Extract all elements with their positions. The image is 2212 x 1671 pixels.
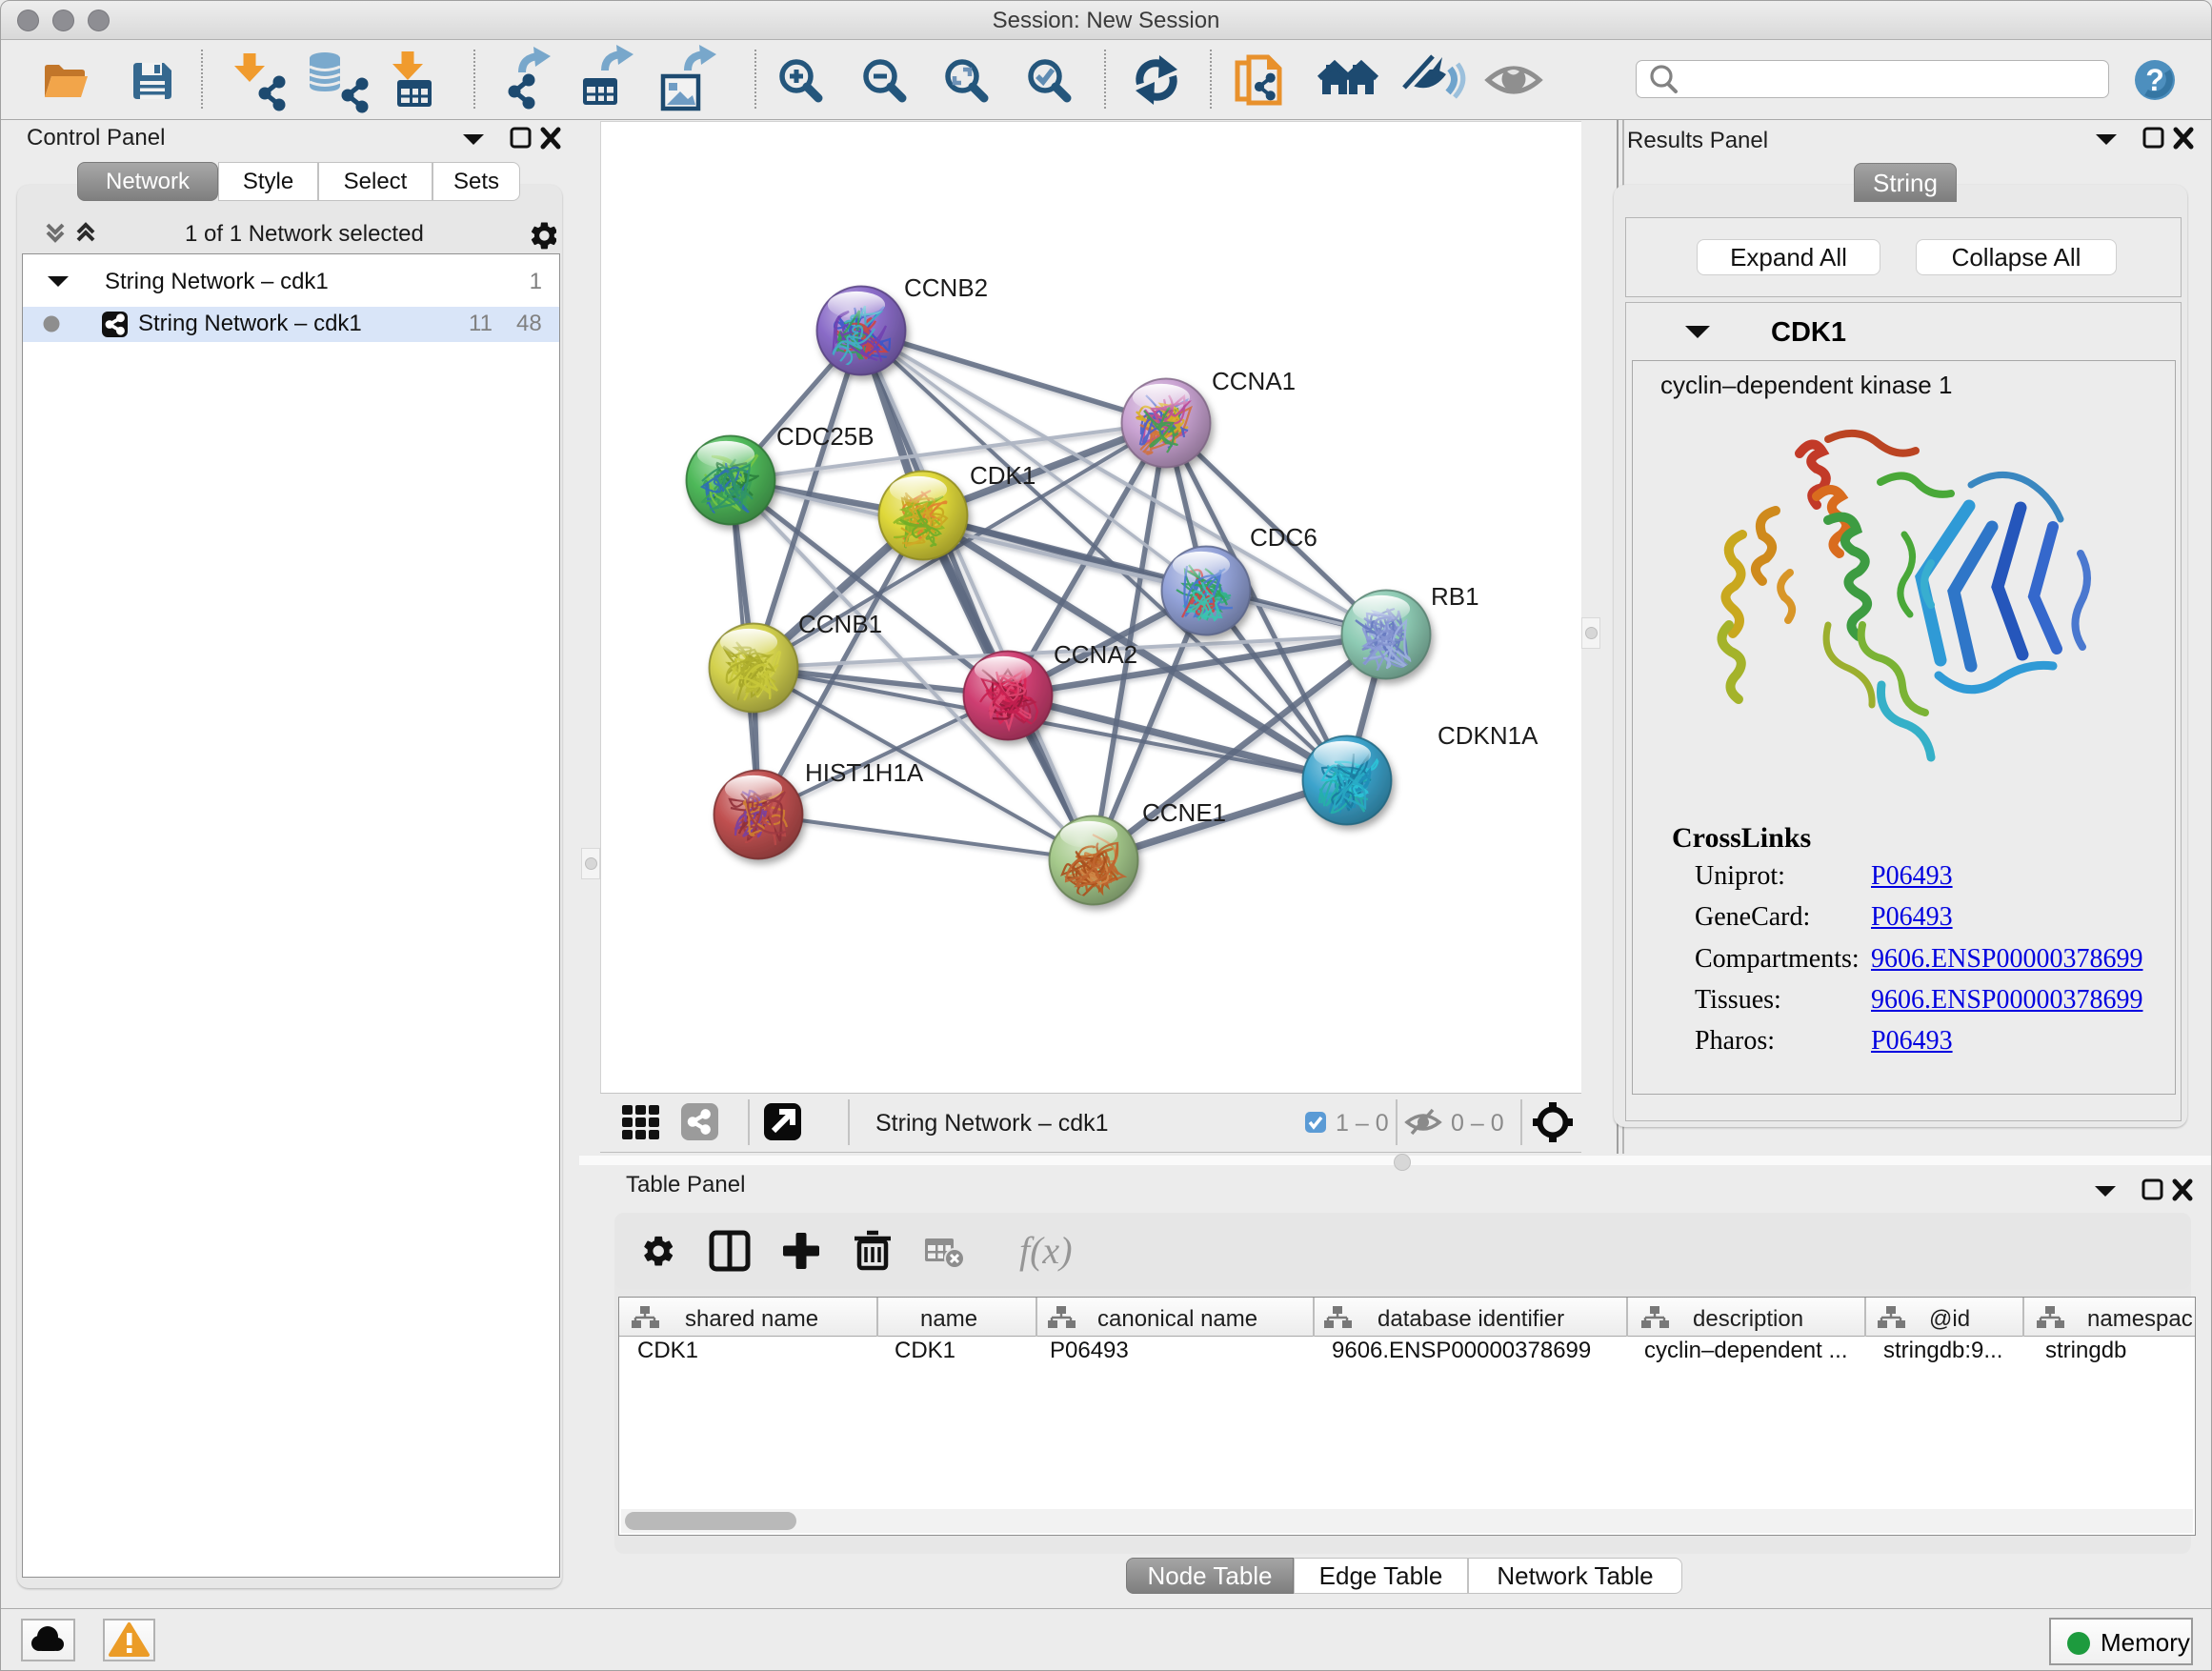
svg-text:name: name	[920, 1306, 977, 1332]
svg-text:0 – 0: 0 – 0	[1451, 1110, 1504, 1137]
svg-text:CCNA1: CCNA1	[1212, 367, 1296, 395]
svg-text:CCNB2: CCNB2	[904, 273, 988, 302]
svg-text:CDKN1A: CDKN1A	[1438, 721, 1538, 750]
svg-text:database identifier: database identifier	[1377, 1306, 1564, 1332]
svg-text:String Network – cdk1: String Network – cdk1	[875, 1110, 1109, 1137]
svg-text:CDC25B: CDC25B	[776, 422, 875, 451]
svg-text:CCNA2: CCNA2	[1054, 640, 1137, 669]
svg-text:CCNB1: CCNB1	[798, 610, 882, 638]
svg-text:CCNE1: CCNE1	[1142, 798, 1226, 827]
svg-text:canonical name: canonical name	[1097, 1306, 1257, 1332]
svg-text:@id: @id	[1929, 1306, 1970, 1332]
svg-text:HIST1H1A: HIST1H1A	[805, 758, 924, 787]
svg-text:RB1: RB1	[1431, 582, 1479, 611]
svg-text:CDK1: CDK1	[970, 461, 1036, 490]
svg-text:description: description	[1693, 1306, 1803, 1332]
svg-text:f(x): f(x)	[1019, 1229, 1073, 1272]
svg-text:namespac: namespac	[2087, 1306, 2193, 1332]
svg-text:?: ?	[2145, 63, 2164, 97]
svg-text:1 – 0: 1 – 0	[1336, 1110, 1389, 1137]
svg-text:shared name: shared name	[685, 1306, 818, 1332]
svg-text:CDC6: CDC6	[1250, 523, 1317, 552]
